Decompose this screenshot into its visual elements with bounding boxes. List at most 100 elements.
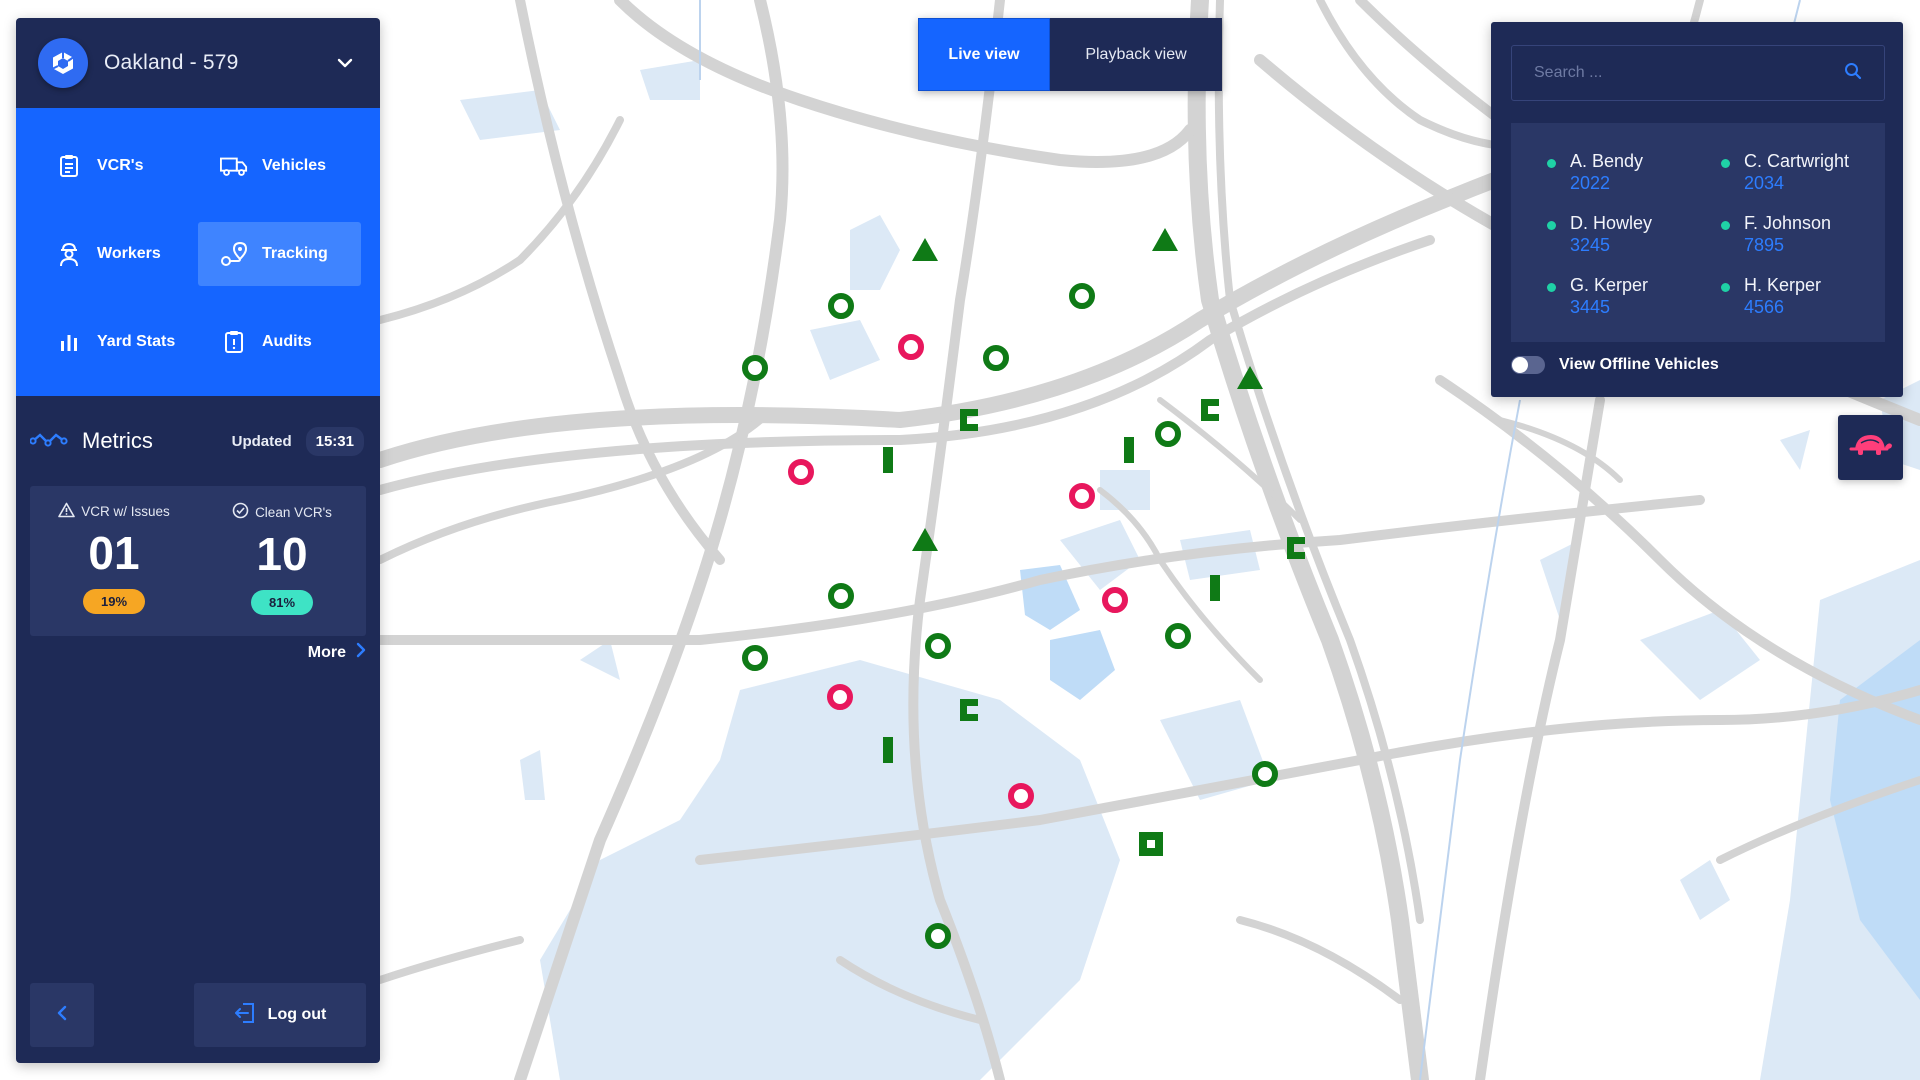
more-link[interactable]: More <box>308 642 366 663</box>
vehicle-marker-bar-icon[interactable] <box>883 737 893 763</box>
online-status-dot <box>1547 283 1556 292</box>
vehicle-marker-online-icon[interactable] <box>925 923 951 949</box>
truck-icon <box>220 152 248 180</box>
check-circle-icon <box>232 502 249 522</box>
nav-label-yard-stats: Yard Stats <box>97 333 176 350</box>
list-item[interactable]: G. Kerper 3445 <box>1547 275 1721 337</box>
clipboard-list-icon <box>55 152 83 180</box>
nav-label-tracking: Tracking <box>262 245 328 262</box>
metric-clean-percent: 81% <box>250 590 314 615</box>
vehicle-marker-online-icon[interactable] <box>925 633 951 659</box>
collapse-sidebar-button[interactable] <box>30 983 94 1047</box>
sidebar-footer: Log out <box>30 983 366 1047</box>
nav-item-workers[interactable]: Workers <box>33 222 196 286</box>
vehicle-list-panel: A. Bendy2022 C. Cartwright2034 D. Howley… <box>1491 22 1903 397</box>
vehicle-marker-bar-icon[interactable] <box>1124 437 1134 463</box>
vehicle-marker-online-icon[interactable] <box>1165 623 1191 649</box>
nav-item-vehicles[interactable]: Vehicles <box>198 134 361 198</box>
trend-line-icon <box>29 429 70 454</box>
chevron-down-icon[interactable] <box>334 52 356 74</box>
vehicle-marker-issue-icon[interactable] <box>1069 483 1095 509</box>
vehicle-marker-online-icon[interactable] <box>742 645 768 671</box>
nav-item-vcrs[interactable]: VCR's <box>33 134 196 198</box>
vehicle-marker-online-icon[interactable] <box>828 293 854 319</box>
user-id: 4566 <box>1744 297 1785 317</box>
vehicle-marker-bar-icon[interactable] <box>883 447 893 473</box>
slow-mode-button[interactable] <box>1838 415 1903 480</box>
toggle-switch[interactable] <box>1511 356 1545 374</box>
metric-vcr-issues: VCR w/ Issues 01 19% <box>30 486 198 636</box>
logout-button[interactable]: Log out <box>194 983 366 1047</box>
chevron-left-icon <box>57 1005 67 1026</box>
metrics-header: Metrics Updated 15:31 <box>16 396 380 486</box>
user-id: 2022 <box>1570 173 1611 193</box>
vehicle-marker-online-icon[interactable] <box>828 583 854 609</box>
online-status-dot <box>1721 159 1730 168</box>
vehicle-marker-issue-icon[interactable] <box>1008 783 1034 809</box>
vehicle-marker-issue-icon[interactable] <box>827 684 853 710</box>
online-status-dot <box>1547 159 1556 168</box>
user-name: D. Howley <box>1570 213 1653 233</box>
vehicle-marker-issue-icon[interactable] <box>1102 587 1128 613</box>
search-icon[interactable] <box>1844 62 1862 85</box>
metric-clean-vcrs: Clean VCR's 10 81% <box>198 486 366 636</box>
vehicle-marker-online-icon[interactable] <box>983 345 1009 371</box>
list-item[interactable]: A. Bendy 2022 <box>1547 151 1721 213</box>
offline-vehicles-toggle[interactable]: View Offline Vehicles <box>1511 356 1719 374</box>
main-nav: VCR's Vehicles Workers Tracking Yard Sta… <box>16 108 380 396</box>
online-status-dot <box>1547 221 1556 230</box>
vehicle-marker-bar-icon[interactable] <box>1210 575 1220 601</box>
playback-view-button[interactable]: Playback view <box>1050 18 1222 91</box>
metric-issues-value: 01 <box>88 527 140 579</box>
vehicle-marker-online-icon[interactable] <box>1069 283 1095 309</box>
clipboard-alert-icon <box>220 328 248 356</box>
site-name: Oakland - 579 <box>104 51 239 74</box>
user-name: C. Cartwright <box>1744 151 1850 171</box>
user-id: 2034 <box>1744 173 1785 193</box>
vehicle-marker-online-icon[interactable] <box>1155 421 1181 447</box>
vehicle-marker-issue-icon[interactable] <box>898 334 924 360</box>
site-selector[interactable]: Oakland - 579 <box>16 18 380 108</box>
online-status-dot <box>1721 283 1730 292</box>
vehicle-marker-online-icon[interactable] <box>1252 761 1278 787</box>
app-logo-icon <box>38 38 88 88</box>
live-view-button[interactable]: Live view <box>918 18 1050 91</box>
nav-label-vcrs: VCR's <box>97 157 144 174</box>
updated-time: 15:31 <box>305 426 364 456</box>
search-box <box>1511 45 1885 101</box>
user-name: A. Bendy <box>1570 151 1644 171</box>
user-name: G. Kerper <box>1570 275 1649 295</box>
user-name: F. Johnson <box>1744 213 1832 233</box>
user-list: A. Bendy 2022 C. Cartwright 2034 D. Howley… <box>1511 123 1885 342</box>
turtle-icon <box>1849 431 1893 464</box>
nav-label-audits: Audits <box>262 333 312 350</box>
chevron-right-icon <box>356 642 366 663</box>
nav-label-workers: Workers <box>97 245 161 262</box>
user-id: 3445 <box>1570 297 1611 317</box>
metric-clean-value: 10 <box>256 528 308 580</box>
view-toggle: Live view Playback view <box>918 18 1222 91</box>
user-name: H. Kerper <box>1744 275 1822 295</box>
list-item[interactable]: F. Johnson 7895 <box>1721 213 1895 275</box>
vehicle-marker-issue-icon[interactable] <box>788 459 814 485</box>
metric-issues-label: VCR w/ Issues <box>81 504 170 519</box>
list-item[interactable]: D. Howley 3245 <box>1547 213 1721 275</box>
search-input[interactable] <box>1534 64 1844 82</box>
user-id: 3245 <box>1570 235 1611 255</box>
offline-toggle-label: View Offline Vehicles <box>1559 356 1719 373</box>
warning-icon <box>58 502 76 521</box>
user-id: 7895 <box>1744 235 1785 255</box>
vehicle-marker-online-icon[interactable] <box>742 355 768 381</box>
nav-label-vehicles: Vehicles <box>262 157 327 174</box>
nav-item-tracking[interactable]: Tracking <box>198 222 361 286</box>
metrics-card: VCR w/ Issues 01 19% Clean VCR's 10 81% <box>30 486 366 636</box>
nav-item-audits[interactable]: Audits <box>198 310 361 374</box>
worker-icon <box>55 240 83 268</box>
sidebar: Oakland - 579 VCR's Vehicles Workers Tra… <box>16 18 380 1063</box>
list-item[interactable]: C. Cartwright 2034 <box>1721 151 1895 213</box>
logout-label: Log out <box>267 1006 327 1023</box>
nav-item-yard-stats[interactable]: Yard Stats <box>33 310 196 374</box>
bar-chart-icon <box>55 328 83 356</box>
list-item[interactable]: H. Kerper 4566 <box>1721 275 1895 337</box>
logout-icon <box>234 1002 256 1029</box>
